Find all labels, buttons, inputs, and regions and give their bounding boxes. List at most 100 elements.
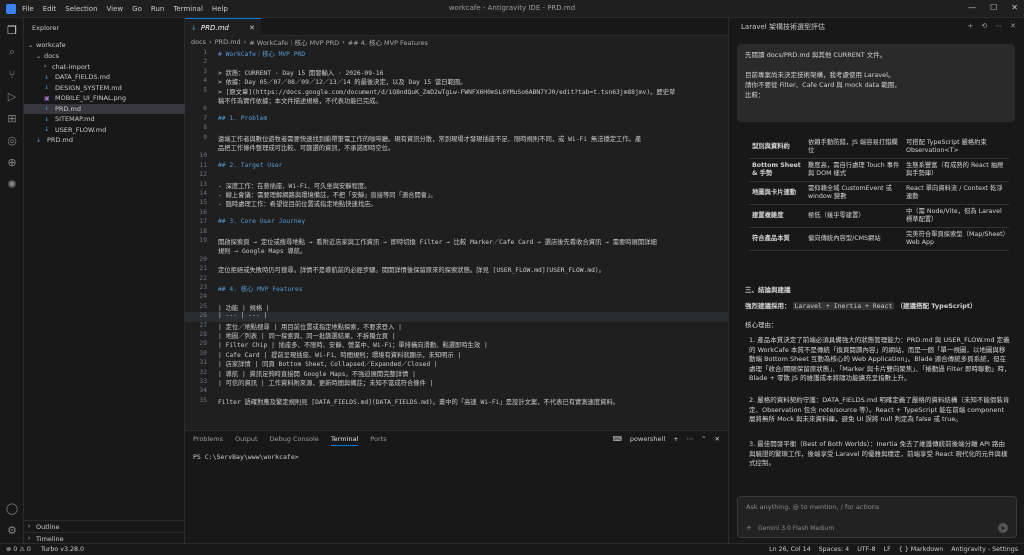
panel-tab-terminal[interactable]: Terminal xyxy=(330,435,359,446)
code-line[interactable]: ## 3. Core User Journey xyxy=(218,218,723,225)
table-row: 型別與資料約 依賴手動防錯，JS 端容易打錯欄位 可搭配 TypeScript 嚴格… xyxy=(749,136,1009,159)
close-icon[interactable]: ✕ xyxy=(1010,22,1016,30)
line-number: 11 xyxy=(199,161,207,169)
extensions-icon[interactable]: ⊞ xyxy=(4,110,20,126)
code-line[interactable]: > 依據：Day 05／07／08／09／12／13／14 的最後決定，以及 D… xyxy=(218,77,723,86)
code-line[interactable]: 定位拒絕或失敗時仍可搜尋。詳情不是導航前的必經步驟。閱開詳情後保留原來的探索狀態… xyxy=(218,265,723,274)
more-icon[interactable]: ⋯ xyxy=(687,435,694,443)
code-line[interactable]: ## 4. 核心 MVP Features xyxy=(218,284,723,293)
code-line[interactable]: > [原文章](https://docs.google.com/document… xyxy=(218,87,723,96)
code-line[interactable]: Filter 語確對應及繁定規則見 [DATA_FIELDS.md](DATA_… xyxy=(218,397,723,406)
close-panel-icon[interactable]: ✕ xyxy=(715,435,720,443)
account-icon[interactable]: ◯ xyxy=(4,500,20,516)
panel-tab-debug-console[interactable]: Debug Console xyxy=(270,435,319,446)
tree-file[interactable]: ↓ PRD.md xyxy=(24,135,185,145)
line-number: 4 xyxy=(203,77,207,85)
search-icon[interactable]: ⌕ xyxy=(4,44,20,60)
status-item[interactable]: Antigravity - Settings xyxy=(951,546,1018,553)
terminal-shell-label[interactable]: powershell xyxy=(630,435,665,443)
code-line[interactable]: > 狀態：CURRENT · Day 15 開發輸入 · 2026-09-16 xyxy=(218,68,723,77)
code-line[interactable]: 遠端工作者與數位遊牧者需要快速找到能帶筆電工作的咖啡廳。現有資訊分散，常到現場才… xyxy=(218,134,723,143)
code-line[interactable]: 品把工作條件整理成可比較、可篩選的資訊，不承諾即時空位。 xyxy=(218,143,723,152)
maximize-icon[interactable]: ☐ xyxy=(990,3,997,12)
tab-prd-md[interactable]: ↓ PRD.md ✕ xyxy=(185,18,261,36)
settings-gear-icon[interactable]: ⚙ xyxy=(4,522,20,538)
window-title: workcafe - Antigravity IDE - PRD.md xyxy=(448,4,576,12)
tree-file[interactable]: ↓ PRD.md xyxy=(24,103,185,114)
tree-root-folder[interactable]: ⌄ workcafe xyxy=(24,40,185,50)
panel-tab-output[interactable]: Output xyxy=(235,435,258,446)
reason-item: 3. 最佳開發平衡（Best of Both Worlds）：Inertia 免… xyxy=(749,440,1008,467)
recommend-suffix: （建議搭配 TypeScript） xyxy=(896,302,977,310)
code-line[interactable]: 規則 → Google Maps 導航。 xyxy=(218,246,723,255)
tree-file[interactable]: ↓ DESIGN_SYSTEM.md xyxy=(24,83,185,93)
maximize-panel-icon[interactable]: ⌃ xyxy=(701,435,706,443)
code-line[interactable]: 稿不作為實作依據；本文件描述規格，不代表功能已完成。 xyxy=(218,96,723,105)
status-item[interactable]: ⊗ 0 ⚠ 0 xyxy=(6,546,31,553)
code-line[interactable]: - 深度工作：在意插座、Wi-Fi、可久坐與安靜程度。 xyxy=(218,181,723,190)
outline-section[interactable]: › Outline xyxy=(24,520,185,532)
code-line[interactable]: | 地圖／列表 | 同一探索頁、同一批篩選結果，不拆獨立頁 | xyxy=(218,331,723,340)
status-item[interactable]: { } Markdown xyxy=(899,546,944,553)
status-item[interactable]: Turbo v3.28.0 xyxy=(41,546,84,553)
panel-tabs: Problems Output Debug Console Terminal Ports xyxy=(193,435,387,446)
tree-file[interactable]: ↓ DATA_FIELDS.md xyxy=(24,72,185,82)
code-line[interactable]: | Filter Chip | 插座多、不限時、安靜、營業中、Wi-Fi；單排橫… xyxy=(218,340,723,349)
add-context-icon[interactable]: + xyxy=(746,524,752,532)
panel-tab-problems[interactable]: Problems xyxy=(193,435,223,446)
code-line[interactable]: | 定位／地點搜尋 | 用目前位置或指定地點探索，不要求登入 | xyxy=(218,322,723,331)
tree-file[interactable]: ▣ MOBILE_UI_FINAL.png xyxy=(24,93,185,103)
add-terminal-icon[interactable]: + xyxy=(673,435,678,443)
tree-folder[interactable]: › chat-import xyxy=(24,62,185,72)
line-number: 9 xyxy=(203,133,207,141)
run-debug-icon[interactable]: ▷ xyxy=(4,88,20,104)
status-item[interactable]: UTF-8 xyxy=(857,546,875,553)
minimize-icon[interactable]: — xyxy=(968,3,976,12)
new-chat-icon[interactable]: + xyxy=(967,22,973,30)
explorer-icon[interactable]: ❐ xyxy=(4,22,20,38)
code-line[interactable]: # WorkCafe｜核心 MVP PRD xyxy=(218,49,723,58)
send-icon[interactable]: ➤ xyxy=(998,523,1008,533)
browser-icon[interactable]: ⊕ xyxy=(4,154,20,170)
tree-file[interactable]: ↓ SITEMAP.md xyxy=(24,114,185,124)
line-number: 25 xyxy=(199,302,207,310)
title-bar: File Edit Selection View Go Run Terminal Help w… xyxy=(0,0,1024,18)
code-line[interactable]: 開啟探索頁 → 定位或搜尋地點 → 看附近店家與工作資訊 → 即時切換 Filt… xyxy=(218,237,723,246)
panel-tab-ports[interactable]: Ports xyxy=(370,435,386,446)
code-line[interactable]: - 線上會議：需要理解網路與環境備註，不把「安靜」直接等同「適合開會」。 xyxy=(218,190,723,199)
code-line[interactable]: | Cafe Card | 提前呈現插座、Wi-Fi、時間規則；環境有資料就顯示… xyxy=(218,350,723,359)
chat-input[interactable]: Ask anything, @ to mention, / for action… xyxy=(737,496,1017,538)
source-control-icon[interactable]: ⑂ xyxy=(4,66,20,82)
code-line[interactable]: - 臨時處理工作：希望從目前位置或指定地點快速找店。 xyxy=(218,199,723,208)
breadcrumb-item[interactable]: ## 4. 核心 MVP Features xyxy=(348,37,428,47)
status-item[interactable]: Ln 26, Col 14 xyxy=(769,546,811,553)
tree-item-label: docs xyxy=(44,52,60,60)
breadcrumb-item[interactable]: docs xyxy=(191,38,206,46)
terminal-prompt[interactable]: PS C:\ServBay\www\workcafe> xyxy=(193,453,299,461)
line-number: 1 xyxy=(203,49,207,56)
code-line[interactable]: ## 2. Target User xyxy=(218,162,723,169)
status-item[interactable]: LF xyxy=(884,546,891,553)
code-line[interactable]: | 功能 | 規格 | xyxy=(218,303,723,312)
code-line[interactable]: | 導航 | 資訊足夠時直接開 Google Maps，不強迫展開完整詳情 | xyxy=(218,369,723,378)
line-number: 31 xyxy=(199,359,207,367)
breadcrumb-item[interactable]: PRD.md xyxy=(215,38,241,46)
close-icon[interactable]: ✕ xyxy=(1011,3,1018,12)
line-number: 24 xyxy=(199,293,207,301)
remote-icon[interactable]: ◎ xyxy=(4,132,20,148)
breadcrumb-item[interactable]: # WorkCafe｜核心 MVP PRD xyxy=(249,37,339,47)
code-editor[interactable]: 1 # WorkCafe｜核心 MVP PRD 2 3 > 狀態：CURRENT · D… xyxy=(185,47,728,430)
history-icon[interactable]: ⟲ xyxy=(981,22,987,30)
model-selector[interactable]: Gemini 3.0 Flash Medium xyxy=(758,525,834,532)
code-line[interactable]: | 店家詳情 | 同頁 Bottom Sheet，Collapsed／Expan… xyxy=(218,359,723,368)
agent-icon[interactable]: ✺ xyxy=(4,176,20,192)
tree-folder[interactable]: ⌄ docs xyxy=(24,51,185,61)
code-line[interactable]: ## 1. Problem xyxy=(218,115,723,122)
tree-file[interactable]: ↓ USER_FLOW.md xyxy=(24,125,185,135)
status-item[interactable]: Spaces: 4 xyxy=(819,546,850,553)
code-line[interactable]: | 可信的資訊 | 工作資料附來源、更新時間與備註；未知不當成符合條件 | xyxy=(218,378,723,387)
more-icon[interactable]: ⋯ xyxy=(995,22,1002,30)
user-message-bubble: 先閱讀 docs/PRD.md 與其他 CURRENT 文件。 目前專案尚未決定技… xyxy=(737,44,1015,122)
tab-close-icon[interactable]: ✕ xyxy=(249,24,255,32)
code-line[interactable]: | --- | --- | xyxy=(218,312,723,319)
